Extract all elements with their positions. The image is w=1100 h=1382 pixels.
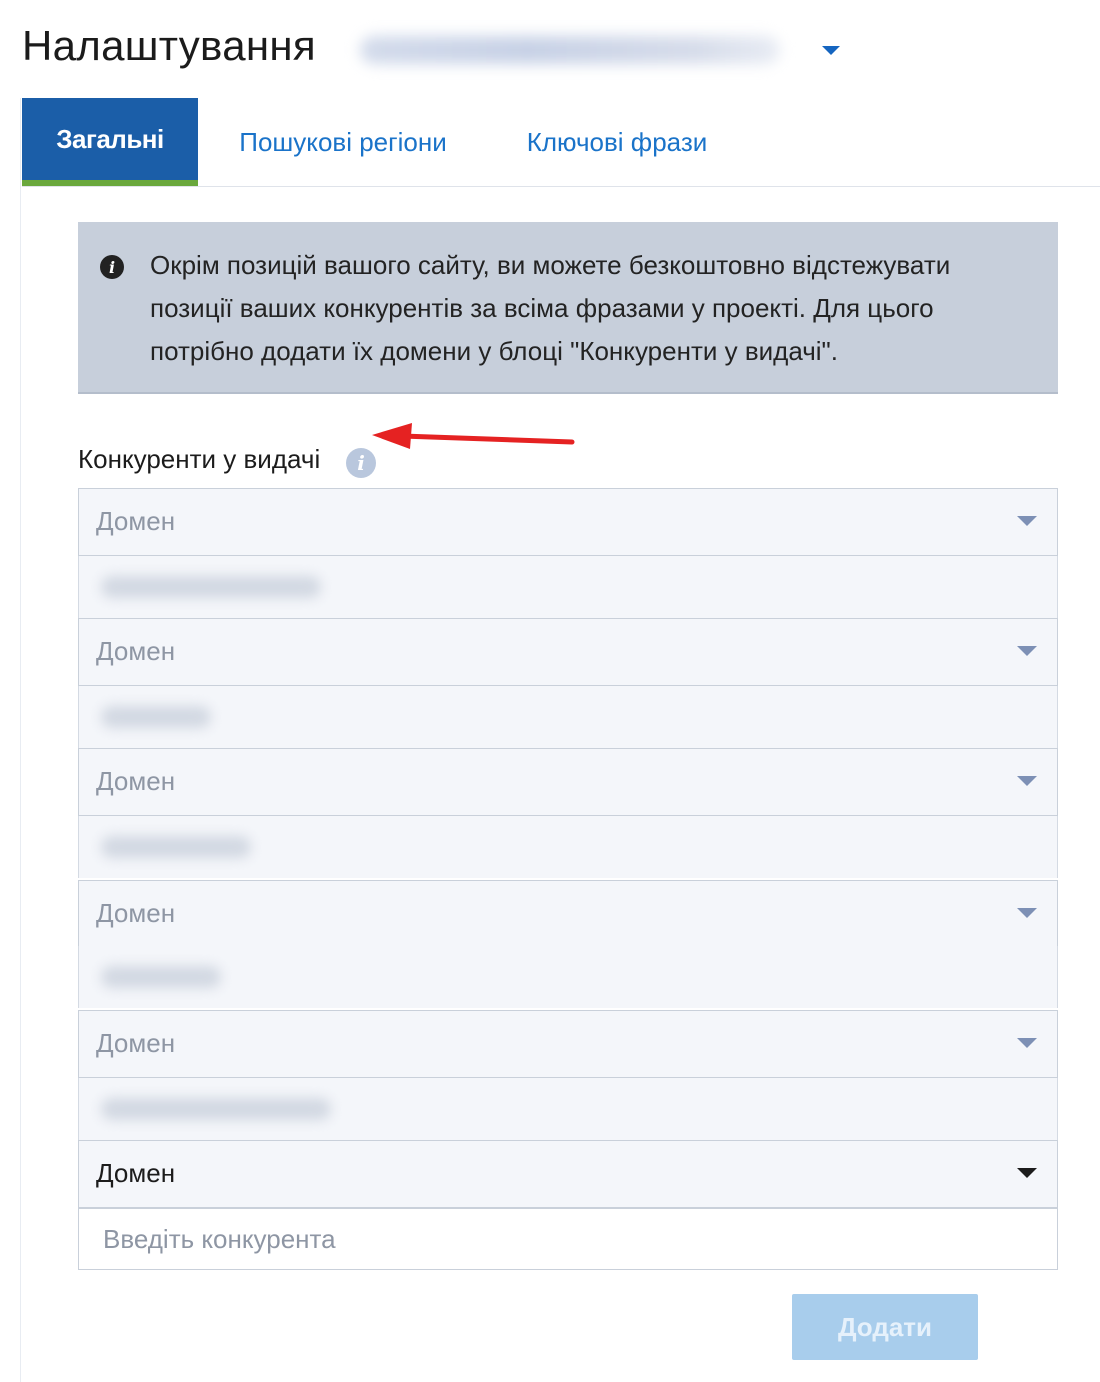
- project-name-redacted: [360, 36, 780, 64]
- chevron-down-icon: [1017, 516, 1037, 526]
- competitor-redacted: [101, 966, 221, 988]
- annotation-arrow-icon: [372, 423, 575, 449]
- domain-select[interactable]: Домен: [78, 880, 1058, 948]
- domain-placeholder: Домен: [96, 766, 176, 796]
- domain-placeholder: Домен: [96, 636, 176, 666]
- chevron-down-icon: [1017, 776, 1037, 786]
- competitor-redacted: [101, 706, 211, 728]
- info-text: Окрім позицій вашого сайту, ви можете бе…: [150, 250, 951, 366]
- domain-select[interactable]: Домен: [78, 1010, 1058, 1078]
- domain-placeholder: Домен: [96, 1028, 176, 1058]
- domain-select[interactable]: Домен: [78, 618, 1058, 686]
- caret-down-icon[interactable]: [822, 46, 840, 55]
- info-icon[interactable]: i: [346, 448, 376, 478]
- competitor-row: [78, 946, 1058, 1008]
- domain-select[interactable]: Домен: [78, 488, 1058, 556]
- chevron-down-icon: [1017, 908, 1037, 918]
- project-selector[interactable]: [350, 26, 850, 72]
- competitor-row: [78, 1078, 1058, 1140]
- domain-value: Домен: [96, 1158, 176, 1188]
- competitor-row: [78, 816, 1058, 878]
- settings-tabs: Загальні Пошукові регіони Ключові фрази: [22, 98, 1100, 187]
- chevron-down-icon: [1017, 1038, 1037, 1048]
- competitor-row: [78, 556, 1058, 618]
- chevron-down-icon: [1017, 646, 1037, 656]
- info-icon: i: [100, 255, 124, 279]
- tab-key-phrases[interactable]: Ключові фрази: [520, 98, 714, 186]
- tab-search-regions[interactable]: Пошукові регіони: [232, 98, 454, 186]
- domain-placeholder: Домен: [96, 898, 176, 928]
- competitors-label: Конкуренти у видачі: [78, 444, 321, 474]
- info-notice: i Окрім позицій вашого сайту, ви можете …: [78, 222, 1058, 394]
- competitor-redacted: [101, 1098, 331, 1120]
- domain-select[interactable]: Домен: [78, 748, 1058, 816]
- tab-general[interactable]: Загальні: [22, 98, 198, 186]
- page-header: Налаштування: [0, 0, 1100, 98]
- chevron-down-icon: [1017, 1168, 1037, 1178]
- competitor-input[interactable]: [78, 1208, 1058, 1270]
- new-domain-select[interactable]: Домен: [78, 1140, 1058, 1208]
- page-title: Налаштування: [22, 22, 316, 69]
- competitor-redacted: [101, 836, 251, 858]
- add-button[interactable]: Додати: [792, 1294, 978, 1360]
- card-edge: [20, 98, 21, 1382]
- competitor-redacted: [101, 576, 321, 598]
- domain-placeholder: Домен: [96, 506, 176, 536]
- competitor-row: [78, 686, 1058, 748]
